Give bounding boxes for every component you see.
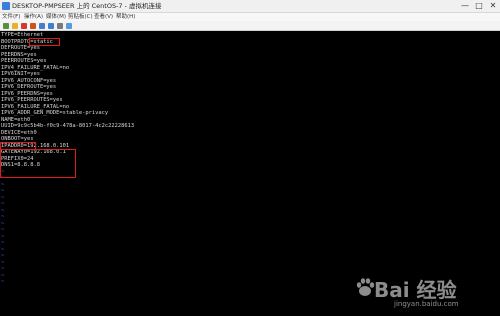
reset-icon[interactable] [57, 22, 63, 29]
maximize-button[interactable]: □ [472, 0, 486, 12]
menu-action[interactable]: 操作(A) [24, 13, 43, 21]
shutdown-icon[interactable] [30, 22, 36, 29]
pause-icon[interactable] [48, 22, 54, 29]
network-settings-highlight [0, 148, 76, 178]
menu-media[interactable]: 媒体(M) [46, 13, 66, 21]
menu-file[interactable]: 文件(F) [2, 13, 20, 21]
minimize-button[interactable]: — [458, 0, 472, 12]
start-icon[interactable] [12, 22, 18, 29]
config-line: UUID=9c9c5b4b-f0c9-478a-8017-4c2c2222861… [1, 123, 135, 129]
watermark-brand: Bai 经验 [374, 278, 457, 302]
vim-empty-line-tilde: ~ [1, 279, 5, 285]
menu-help[interactable]: 帮助(H) [116, 13, 135, 21]
title-bar: DESKTOP-PMPSEER 上的 CentOS-7 - 虚拟机连接 — □ … [0, 0, 500, 13]
enhanced-session-icon[interactable] [66, 22, 72, 29]
vm-connection-icon [2, 2, 10, 10]
bootproto-highlight [29, 37, 60, 46]
menu-view[interactable]: 查看(V) [94, 13, 113, 21]
menu-bar: 文件(F) 操作(A) 媒体(M) 剪贴板(C) 查看(V) 帮助(H) [0, 13, 500, 21]
menu-clipboard[interactable]: 剪贴板(C) [68, 13, 93, 21]
baidu-paw-icon [356, 278, 375, 296]
toolbar [0, 21, 500, 31]
vm-connection-window: DESKTOP-PMPSEER 上的 CentOS-7 - 虚拟机连接 — □ … [0, 0, 500, 316]
window-title: DESKTOP-PMPSEER 上的 CentOS-7 - 虚拟机连接 [12, 2, 162, 10]
close-button[interactable]: ✕ [486, 0, 500, 12]
save-icon[interactable] [39, 22, 45, 29]
ctrl-alt-del-icon[interactable] [3, 22, 9, 29]
turn-off-icon[interactable] [21, 22, 27, 29]
terminal-screen[interactable]: TYPE=Ethernet BOOTPROTO=static DEFROUTE=… [0, 31, 500, 316]
watermark-url: jingyan.baidu.com [394, 300, 459, 308]
baidu-jingyan-watermark: Bai 经验 jingyan.baidu.com [354, 272, 494, 314]
